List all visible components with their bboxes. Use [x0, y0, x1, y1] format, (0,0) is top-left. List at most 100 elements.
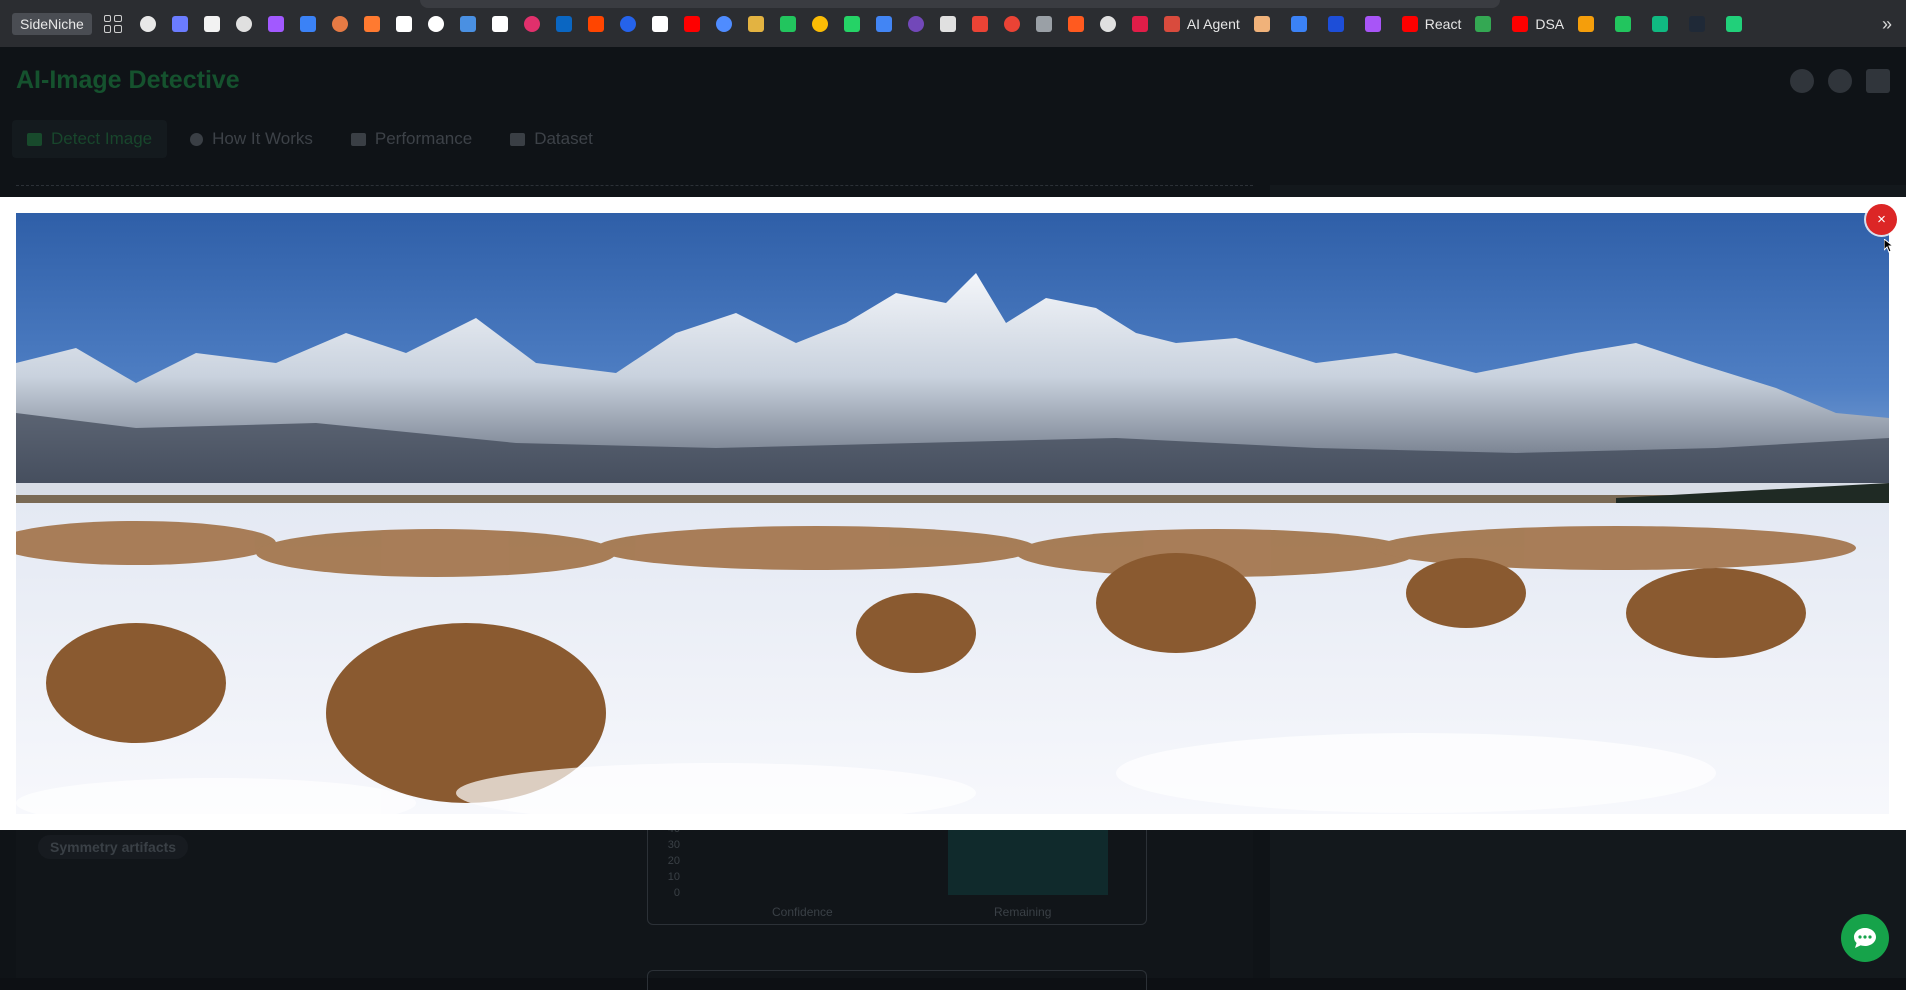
more-bookmarks-icon[interactable]: »	[1882, 14, 1892, 35]
bookmark-label: DSA	[1535, 15, 1565, 32]
pi-icon	[1726, 15, 1743, 32]
bird-icon[interactable]	[171, 15, 188, 32]
gmail-icon[interactable]	[971, 15, 988, 32]
green-circle-icon	[1615, 15, 1632, 32]
bookmark-ai-agent[interactable]: AI Agent	[1163, 15, 1240, 32]
tab-label: Detect Image	[51, 129, 153, 148]
tab-label: How It Works	[212, 129, 313, 148]
chat-button[interactable]	[1841, 914, 1889, 962]
bookmark-person[interactable]	[1253, 15, 1277, 32]
dark-square-icon	[1689, 15, 1706, 32]
bookmark-colorful-grid[interactable]	[1578, 15, 1601, 32]
image-icon	[27, 132, 42, 146]
x-icon[interactable]	[491, 15, 508, 32]
confidence-chart: 40 30 20 10 0 Confidence Remaining	[647, 823, 1147, 925]
main-tabs: Detect Image How It Works Performance Da…	[12, 120, 608, 158]
y-tick: 0	[673, 887, 680, 899]
bookmark-maps[interactable]	[1475, 15, 1498, 32]
notion-icon[interactable]	[395, 15, 412, 32]
ai-agent-icon	[1163, 15, 1180, 32]
bookmark-youtube-react[interactable]: React	[1401, 15, 1462, 32]
person-icon	[1253, 15, 1270, 32]
x-orange-icon[interactable]	[1067, 15, 1084, 32]
theme-toggle-icon[interactable]	[1828, 68, 1852, 93]
whatsapp-icon[interactable]	[843, 15, 860, 32]
y-tick: 10	[667, 871, 680, 883]
gmail-icon-2[interactable]	[1003, 15, 1020, 32]
google-docs-icon[interactable]	[875, 15, 892, 32]
docs-blue-icon[interactable]	[459, 15, 476, 32]
tab-label: Performance	[374, 129, 473, 148]
tab-performance[interactable]: Performance	[336, 120, 487, 158]
pinwheel-icon[interactable]	[811, 15, 828, 32]
tuf-icon[interactable]	[1131, 15, 1148, 32]
tag-icon[interactable]	[747, 15, 764, 32]
bookmark-pi[interactable]	[1726, 15, 1749, 32]
info-icon	[190, 132, 204, 146]
upload-dropzone[interactable]	[16, 185, 1253, 195]
blue-shape-icon[interactable]	[619, 15, 636, 32]
bookmark-c-logo[interactable]	[1290, 15, 1314, 32]
forms-icon[interactable]	[907, 15, 924, 32]
remaining-bar	[948, 827, 1108, 895]
y-tick: 30	[667, 839, 680, 851]
app-header: AI-Image Detective	[0, 47, 1906, 114]
linkedin-icon[interactable]	[555, 15, 572, 32]
tab-dataset[interactable]: Dataset	[495, 120, 608, 158]
image-preview-modal: ×	[0, 197, 1906, 830]
gmail-mint-icon	[1652, 15, 1669, 32]
infinity-icon[interactable]	[779, 15, 796, 32]
instagram-icon[interactable]	[523, 15, 540, 32]
tab-strip	[420, 0, 1500, 8]
bookmark-folder-sideniche[interactable]: SideNiche	[12, 12, 92, 35]
database-icon	[510, 132, 526, 146]
magic-icon	[1364, 15, 1381, 32]
bookmark-youtube-dsa[interactable]: DSA	[1512, 15, 1565, 32]
grid-logo-icon[interactable]	[203, 15, 220, 32]
user-icon[interactable]	[1790, 68, 1814, 93]
bookmark-magic[interactable]	[1364, 15, 1388, 32]
tab-detect-image[interactable]: Detect Image	[12, 120, 168, 158]
y-tick: 20	[667, 855, 680, 867]
reddit-icon[interactable]	[587, 15, 604, 32]
butterfly-icon[interactable]	[299, 15, 316, 32]
bookmark-gmail-mint[interactable]	[1652, 15, 1675, 32]
tab-how-it-works[interactable]: How It Works	[175, 120, 328, 158]
x-label-remaining: Remaining	[994, 905, 1052, 919]
apps-grid-icon[interactable]	[103, 14, 122, 33]
youtube-icon[interactable]	[683, 15, 700, 32]
claude-sunburst-icon[interactable]	[331, 15, 348, 32]
artifact-chip: Symmetry artifacts	[38, 835, 189, 859]
bar-chart-icon	[350, 132, 366, 146]
maps-icon	[1475, 15, 1492, 32]
logout-icon[interactable]	[1866, 68, 1890, 93]
c-logo-icon	[1290, 15, 1307, 32]
tab-label: Dataset	[534, 129, 593, 148]
bookmark-photo[interactable]	[1327, 15, 1351, 32]
youtube-react-icon	[1401, 15, 1418, 32]
bookmark-green-circle[interactable]	[1615, 15, 1638, 32]
app-title: AI-Image Detective	[16, 66, 240, 94]
tcs-icon[interactable]	[939, 15, 956, 32]
photo-icon	[1327, 15, 1344, 32]
chat-bubble-icon	[1854, 928, 1876, 948]
preview-image	[16, 213, 1889, 814]
bookmark-label: React	[1424, 15, 1462, 32]
x-label-confidence: Confidence	[772, 905, 833, 919]
terminal-icon[interactable]	[1099, 15, 1116, 32]
star-of-david-icon[interactable]	[267, 15, 284, 32]
colorful-grid-icon	[1578, 15, 1595, 32]
script-icon[interactable]	[1035, 15, 1052, 32]
m-logo-icon[interactable]	[363, 15, 380, 32]
bookmark-label: AI Agent	[1186, 15, 1240, 32]
chrome-ring-icon[interactable]	[139, 15, 156, 32]
secondary-card	[647, 970, 1147, 990]
github-icon[interactable]	[651, 15, 668, 32]
mouse-cursor-icon	[1884, 239, 1894, 253]
bookmark-dark-square[interactable]	[1689, 15, 1712, 32]
gemini-icon[interactable]	[715, 15, 732, 32]
openai-icon[interactable]	[235, 15, 252, 32]
framer-icon[interactable]	[427, 15, 444, 32]
bookmarks-bar: SideNiche AI Agent React DSA »	[0, 0, 1906, 47]
close-modal-button[interactable]: ×	[1866, 204, 1897, 235]
